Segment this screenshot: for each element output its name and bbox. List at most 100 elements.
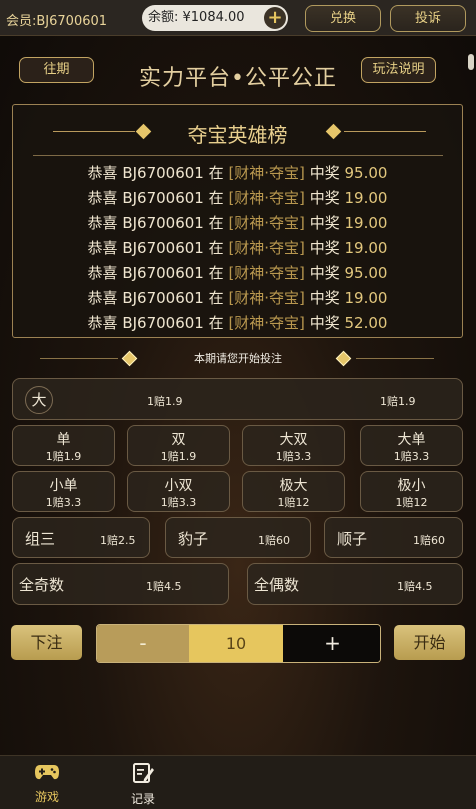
nav-item-game[interactable]: 游戏 xyxy=(22,762,72,805)
winners-title: 夺宝英雄榜 xyxy=(187,123,288,147)
winner-win-label: 中奖 xyxy=(309,214,340,232)
bottom-nav: 游戏 记录 xyxy=(0,755,476,809)
bet-option-extreme-small[interactable]: 极小 1赔12 xyxy=(360,471,463,512)
gamepad-icon xyxy=(34,765,60,786)
bet-option-all-odd[interactable]: 全奇数 1赔4.5 xyxy=(12,563,229,605)
bet-option-leopard[interactable]: 豹子 1赔60 xyxy=(165,517,311,558)
winner-amount: 52.00 xyxy=(344,314,388,332)
winner-mid: 在 xyxy=(208,214,224,232)
winner-mid: 在 xyxy=(208,264,224,282)
winner-mid: 在 xyxy=(208,289,224,307)
winner-win-label: 中奖 xyxy=(309,189,340,207)
winner-account: BJ6700601 xyxy=(122,164,204,182)
rules-button[interactable]: 玩法说明 xyxy=(361,57,436,83)
winners-panel: 夺宝英雄榜 恭喜 BJ6700601 在 [财神·夺宝] 中奖 95.00 恭喜 … xyxy=(12,104,463,338)
nav-label: 记录 xyxy=(130,792,155,806)
bet-odds: 1赔3.3 xyxy=(275,450,312,463)
bet-name: 全偶数 xyxy=(254,576,300,594)
winner-account: BJ6700601 xyxy=(122,314,204,332)
winner-game: [财神·夺宝] xyxy=(228,314,305,332)
winner-prefix: 恭喜 xyxy=(87,314,118,332)
bet-option-all-even[interactable]: 全偶数 1赔4.5 xyxy=(247,563,463,605)
bet-big-label: 大 xyxy=(25,386,53,414)
bet-option-small-odd[interactable]: 小单 1赔3.3 xyxy=(12,471,115,512)
winner-game: [财神·夺宝] xyxy=(228,289,305,307)
winner-prefix: 恭喜 xyxy=(87,214,118,232)
panel-divider xyxy=(33,155,443,156)
bet-option-odd[interactable]: 单 1赔1.9 xyxy=(12,425,115,466)
member-id: 会员:BJ6700601 xyxy=(6,14,108,29)
bet-odds: 1赔4.5 xyxy=(397,580,433,593)
winner-game: [财神·夺宝] xyxy=(228,264,305,282)
scrollbar[interactable] xyxy=(468,54,474,70)
winner-win-label: 中奖 xyxy=(309,239,340,257)
winner-row: 恭喜 BJ6700601 在 [财神·夺宝] 中奖 19.00 xyxy=(13,186,462,211)
recharge-button[interactable]: + xyxy=(264,7,286,29)
winner-row: 恭喜 BJ6700601 在 [财神·夺宝] 中奖 95.00 xyxy=(13,261,462,286)
decrease-button[interactable]: - xyxy=(97,625,189,662)
winners-list: 恭喜 BJ6700601 在 [财神·夺宝] 中奖 95.00 恭喜 BJ6700… xyxy=(13,161,462,336)
bet-name: 极小 xyxy=(397,478,426,494)
start-button[interactable]: 开始 xyxy=(394,625,465,660)
bet-name: 顺子 xyxy=(337,530,368,548)
winner-amount: 95.00 xyxy=(344,164,388,182)
bet-odds: 1赔12 xyxy=(277,496,310,509)
bet-big-odds: 1赔1.9 xyxy=(147,395,183,408)
bet-name: 大单 xyxy=(397,432,426,448)
bet-odds: 1赔3.3 xyxy=(45,496,82,509)
winner-mid: 在 xyxy=(208,239,224,257)
winner-game: [财神·夺宝] xyxy=(228,239,305,257)
winner-prefix: 恭喜 xyxy=(87,189,118,207)
winner-prefix: 恭喜 xyxy=(87,289,118,307)
bet-option-big-odd[interactable]: 大单 1赔3.3 xyxy=(360,425,463,466)
winner-amount: 19.00 xyxy=(344,289,388,307)
bet-name: 单 xyxy=(56,432,71,448)
bet-name: 大双 xyxy=(279,432,308,448)
winner-win-label: 中奖 xyxy=(309,314,340,332)
bet-option-straight[interactable]: 顺子 1赔60 xyxy=(324,517,463,558)
winner-row: 恭喜 BJ6700601 在 [财神·夺宝] 中奖 19.00 xyxy=(13,286,462,311)
winner-amount: 95.00 xyxy=(344,264,388,282)
winner-win-label: 中奖 xyxy=(309,289,340,307)
bet-name: 小单 xyxy=(49,478,78,494)
nav-item-record[interactable]: 记录 xyxy=(118,762,168,807)
winner-amount: 19.00 xyxy=(344,189,388,207)
bet-name: 极大 xyxy=(279,478,308,494)
history-button[interactable]: 往期 xyxy=(19,57,94,83)
winner-account: BJ6700601 xyxy=(122,289,204,307)
bet-option-big-small[interactable]: 大 1赔1.9 1赔1.9 xyxy=(12,378,463,420)
bet-odds: 1赔12 xyxy=(395,496,428,509)
winner-mid: 在 xyxy=(208,164,224,182)
bet-amount-input[interactable]: 10 xyxy=(189,625,283,662)
winner-account: BJ6700601 xyxy=(122,264,204,282)
increase-button[interactable]: + xyxy=(283,625,380,662)
bet-name: 豹子 xyxy=(178,530,209,548)
bet-small-odds: 1赔1.9 xyxy=(380,395,416,408)
winner-account: BJ6700601 xyxy=(122,189,204,207)
bet-option-even[interactable]: 双 1赔1.9 xyxy=(127,425,230,466)
winner-row: 恭喜 BJ6700601 在 [财神·夺宝] 中奖 19.00 xyxy=(13,211,462,236)
bet-odds: 1赔60 xyxy=(413,534,445,547)
bet-option-extreme-big[interactable]: 极大 1赔12 xyxy=(242,471,345,512)
bet-amount-stepper: - 10 + xyxy=(96,624,381,663)
bet-option-big-even[interactable]: 大双 1赔3.3 xyxy=(242,425,345,466)
winner-account: BJ6700601 xyxy=(122,214,204,232)
balance-text: 余额: ¥1084.00 xyxy=(148,10,245,25)
bet-odds: 1赔2.5 xyxy=(100,534,136,547)
bet-odds: 1赔1.9 xyxy=(45,450,82,463)
bet-odds: 1赔1.9 xyxy=(160,450,197,463)
place-bet-button[interactable]: 下注 xyxy=(11,625,82,660)
winner-row: 恭喜 BJ6700601 在 [财神·夺宝] 中奖 19.00 xyxy=(13,236,462,261)
bet-option-small-even[interactable]: 小双 1赔3.3 xyxy=(127,471,230,512)
winner-game: [财神·夺宝] xyxy=(228,214,305,232)
exchange-button[interactable]: 兑换 xyxy=(305,5,381,32)
record-edit-icon xyxy=(131,763,155,788)
winner-row: 恭喜 BJ6700601 在 [财神·夺宝] 中奖 95.00 xyxy=(13,161,462,186)
bet-odds: 1赔60 xyxy=(258,534,290,547)
bet-name: 组三 xyxy=(25,530,56,548)
winner-prefix: 恭喜 xyxy=(87,264,118,282)
complaint-button[interactable]: 投诉 xyxy=(390,5,466,32)
winner-amount: 19.00 xyxy=(344,214,388,232)
winner-row: 恭喜 BJ6700601 在 [财神·夺宝] 中奖 52.00 xyxy=(13,311,462,336)
bet-option-group-three[interactable]: 组三 1赔2.5 xyxy=(12,517,150,558)
